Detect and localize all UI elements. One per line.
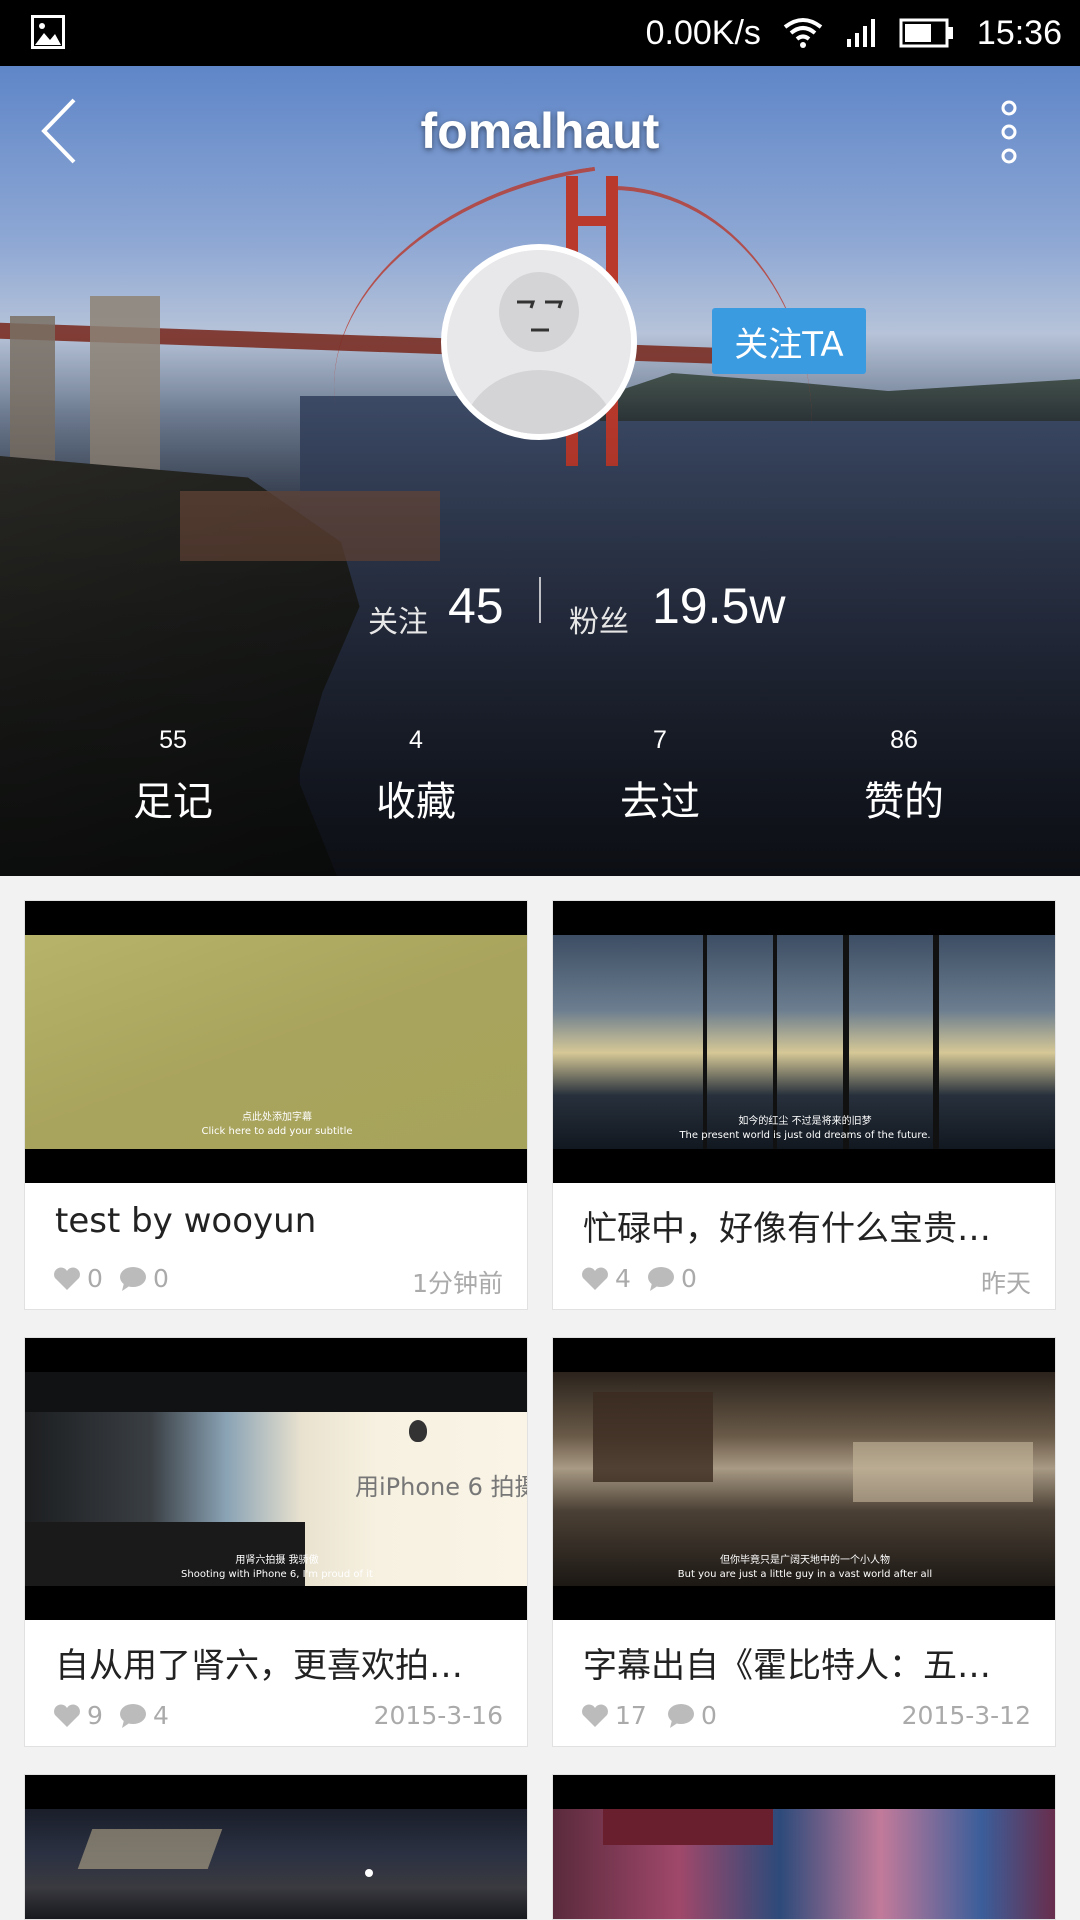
- like-count: 17: [615, 1701, 647, 1730]
- stats-divider: [539, 577, 541, 623]
- post-card[interactable]: [24, 1774, 528, 1920]
- tab-count: 55: [159, 726, 187, 754]
- heart-icon: [54, 1704, 80, 1727]
- tab-footprints[interactable]: 55 足记: [73, 726, 273, 827]
- post-meta: 17 0 2015-3-12: [581, 1701, 1031, 1731]
- signal-icon: [846, 19, 875, 47]
- post-thumbnail: [553, 1775, 1055, 1919]
- post-title: test by wooyun: [55, 1201, 317, 1241]
- post-date: 2015-3-16: [373, 1701, 503, 1730]
- follow-stats: 关注 45 粉丝 19.5w: [0, 571, 1080, 641]
- comment-count: 0: [153, 1264, 169, 1293]
- post-meta: 9 4 2015-3-16: [53, 1701, 503, 1731]
- like-count: 0: [87, 1264, 103, 1293]
- post-thumbnail: 但你毕竟只是广阔天地中的一个小人物 But you are just a lit…: [553, 1338, 1055, 1620]
- avatar[interactable]: [441, 244, 637, 440]
- post-card[interactable]: 点此处添加字幕 Click here to add your subtitle …: [24, 900, 528, 1310]
- thumbnail-subtitle-cn: 如今的红尘 不过是将来的旧梦: [738, 1116, 872, 1127]
- image-notification-icon: [31, 15, 65, 49]
- tab-label: 赞的: [864, 779, 944, 825]
- follow-button[interactable]: 关注TA: [712, 308, 866, 374]
- thumbnail-subtitle-cn: 用肾六拍摄 我骄傲: [235, 1555, 319, 1566]
- more-options-icon[interactable]: [990, 96, 1028, 168]
- post-thumbnail: 用iPhone 6 拍摄 用肾六拍摄 我骄傲 Shooting with iPh…: [25, 1338, 528, 1620]
- fans-count[interactable]: 19.5w: [652, 577, 785, 635]
- thumbnail-subtitle-en: Shooting with iPhone 6, I'm proud of it: [181, 1569, 373, 1580]
- thumbnail-subtitle-en: But you are just a little guy in a vast …: [677, 1569, 933, 1580]
- tab-visited[interactable]: 7 去过: [560, 726, 760, 827]
- comment-count: 4: [153, 1701, 169, 1730]
- post-date: 昨天: [980, 1269, 1031, 1298]
- tab-count: 4: [409, 726, 423, 754]
- post-title: 字幕出自《霍比特人：五…: [583, 1646, 991, 1686]
- post-title: 忙碌中，好像有什么宝贵…: [583, 1209, 991, 1249]
- profile-header: fomalhaut 关注TA 关注 45 粉丝 19.5w 55 足记 4 收藏…: [0, 66, 1080, 876]
- apple-logo-icon: [409, 1420, 427, 1442]
- comment-icon: [120, 1703, 146, 1728]
- tab-liked[interactable]: 86 赞的: [804, 726, 1004, 827]
- post-date: 2015-3-12: [901, 1701, 1031, 1730]
- post-card[interactable]: 但你毕竟只是广阔天地中的一个小人物 But you are just a lit…: [552, 1337, 1056, 1747]
- battery-icon: [899, 18, 953, 48]
- default-avatar-icon: [447, 250, 631, 434]
- tab-count: 7: [653, 726, 667, 754]
- post-date: 1分钟前: [412, 1269, 503, 1298]
- following-count[interactable]: 45: [448, 577, 504, 635]
- tab-label: 去过: [620, 779, 700, 825]
- thumbnail-subtitle-en: The present world is just old dreams of …: [679, 1130, 931, 1141]
- post-thumbnail: [25, 1775, 527, 1919]
- comment-icon: [648, 1266, 674, 1291]
- thumbnail-subtitle-cn: 但你毕竟只是广阔天地中的一个小人物: [720, 1555, 890, 1566]
- heart-icon: [582, 1704, 608, 1727]
- clock: 15:36: [976, 13, 1062, 52]
- thumbnail-subtitle-cn: 点此处添加字幕: [242, 1112, 312, 1123]
- comment-count: 0: [701, 1701, 717, 1730]
- tab-favorites[interactable]: 4 收藏: [316, 726, 516, 827]
- wifi-icon: [783, 18, 823, 48]
- heart-icon: [54, 1267, 80, 1290]
- comment-icon: [120, 1266, 146, 1291]
- thumbnail-subtitle-en: Click here to add your subtitle: [201, 1126, 353, 1137]
- post-meta: 4 0 昨天: [581, 1264, 1031, 1298]
- following-label: 关注: [368, 605, 428, 640]
- post-card[interactable]: 用iPhone 6 拍摄 用肾六拍摄 我骄傲 Shooting with iPh…: [24, 1337, 528, 1747]
- tab-label: 收藏: [376, 779, 456, 825]
- post-card[interactable]: [552, 1774, 1056, 1920]
- status-bar: 0.00K/s 15:36: [0, 0, 1080, 66]
- post-thumbnail: 如今的红尘 不过是将来的旧梦 The present world is just…: [553, 901, 1055, 1183]
- fans-label: 粉丝: [569, 605, 629, 640]
- post-card[interactable]: 如今的红尘 不过是将来的旧梦 The present world is just…: [552, 900, 1056, 1310]
- tab-label: 足记: [133, 779, 213, 825]
- heart-icon: [582, 1267, 608, 1290]
- like-count: 9: [87, 1701, 103, 1730]
- tab-count: 86: [890, 726, 918, 754]
- ad-billboard-text: 用iPhone 6 拍摄: [355, 1473, 528, 1501]
- network-speed: 0.00K/s: [645, 13, 761, 52]
- comment-count: 0: [681, 1264, 697, 1293]
- comment-icon: [668, 1703, 694, 1728]
- like-count: 4: [615, 1264, 631, 1293]
- post-thumbnail: 点此处添加字幕 Click here to add your subtitle: [25, 901, 527, 1183]
- post-title: 自从用了肾六，更喜欢拍…: [55, 1646, 463, 1686]
- post-meta: 0 0 1分钟前: [53, 1264, 503, 1298]
- page-title: fomalhaut: [420, 103, 660, 159]
